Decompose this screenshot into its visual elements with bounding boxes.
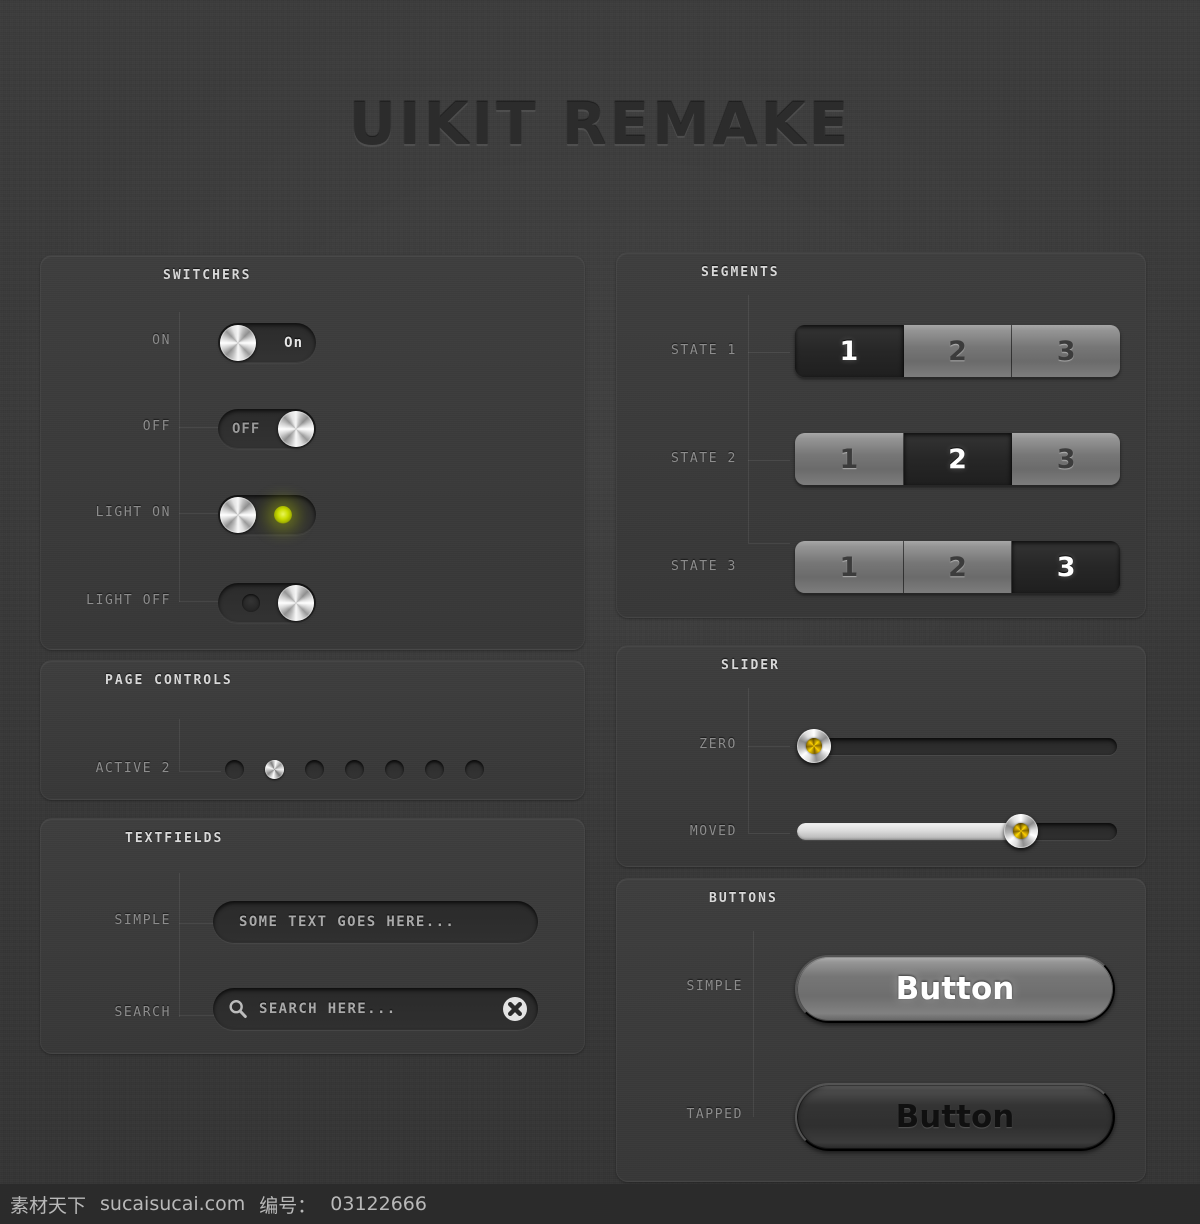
slider-track[interactable] <box>797 738 1117 755</box>
segmented-control-state-2[interactable]: 1 2 3 <box>795 433 1120 485</box>
segment-option[interactable]: 2 <box>903 541 1013 593</box>
segments-panel: SEGMENTS STATE 1 1 2 3 STATE 2 1 2 3 STA… <box>616 252 1146 618</box>
segment-option[interactable]: 3 <box>1012 433 1120 485</box>
switcher-row-label-on: ON <box>152 333 171 348</box>
page-controls-panel: PAGE CONTROLS ACTIVE 2 <box>40 660 585 800</box>
segment-option[interactable]: 3 <box>1012 325 1120 377</box>
led-on-icon <box>274 506 292 524</box>
switchers-stub-1 <box>179 427 221 428</box>
page-controls-bracket <box>179 719 180 771</box>
slider-row-label-moved: MOVED <box>689 824 737 839</box>
slider-row-label-zero: ZERO <box>699 737 737 752</box>
button-row-label-tapped: TAPPED <box>686 1107 743 1122</box>
textfields-panel: TEXTFIELDS SIMPLE SOME TEXT GOES HERE...… <box>40 818 585 1054</box>
switcher-knob-icon[interactable] <box>220 497 256 533</box>
button-row-label-simple: SIMPLE <box>686 979 743 994</box>
slider-panel-title: SLIDER <box>721 658 780 673</box>
textfield-row-label-simple: SIMPLE <box>114 913 171 928</box>
slider-moved[interactable] <box>797 814 1117 848</box>
switchers-stub-3 <box>179 601 221 602</box>
segment-option[interactable]: 2 <box>903 433 1013 485</box>
textfield-row-label-search: SEARCH <box>114 1005 171 1020</box>
watermark-id-value: 03122666 <box>330 1193 427 1215</box>
page-controls-panel-title: PAGE CONTROLS <box>105 673 233 688</box>
search-icon <box>227 998 249 1020</box>
segments-stub-3 <box>748 543 790 544</box>
switcher-knob-icon[interactable] <box>278 585 314 621</box>
switcher-light-off[interactable] <box>218 583 316 623</box>
switcher-row-label-off: OFF <box>142 419 171 434</box>
segments-stub-1 <box>748 352 790 353</box>
switcher-row-label-light-on: LIGHT ON <box>95 505 171 520</box>
simple-text-input[interactable]: SOME TEXT GOES HERE... <box>213 901 538 943</box>
page-dot[interactable] <box>305 760 324 779</box>
segment-row-label-3: STATE 3 <box>671 559 737 574</box>
segmented-control-state-3[interactable]: 1 2 3 <box>795 541 1120 593</box>
page-controls-stub <box>179 771 221 772</box>
segment-row-label-1: STATE 1 <box>671 343 737 358</box>
switcher-knob-icon[interactable] <box>220 325 256 361</box>
page-controls-row-label: ACTIVE 2 <box>95 761 171 776</box>
watermark-bar: 素材天下 sucaisucai.com 编号： 03122666 <box>0 1184 1200 1224</box>
switcher-on[interactable]: On <box>218 323 316 363</box>
switcher-light-on[interactable] <box>218 495 316 535</box>
slider-knob-core-icon <box>806 738 822 754</box>
page-title: UIKIT REMAKE <box>348 90 852 158</box>
page-dot[interactable] <box>465 760 484 779</box>
slider-fill <box>797 823 1021 840</box>
segment-option[interactable]: 1 <box>795 325 904 377</box>
textfields-bracket <box>179 873 180 1017</box>
switcher-on-text: On <box>284 335 303 351</box>
switcher-off[interactable]: OFF <box>218 409 316 449</box>
page-dot[interactable] <box>385 760 404 779</box>
segment-option[interactable]: 1 <box>795 541 904 593</box>
segment-option[interactable]: 3 <box>1012 541 1120 593</box>
watermark-site-cn: 素材天下 <box>10 1194 87 1217</box>
segment-option[interactable]: 2 <box>903 325 1013 377</box>
page-dot[interactable] <box>225 760 244 779</box>
segment-row-label-2: STATE 2 <box>671 451 737 466</box>
switcher-knob-icon[interactable] <box>278 411 314 447</box>
switchers-bracket <box>179 312 180 602</box>
page-control-dots[interactable] <box>225 760 484 779</box>
slider-knob-core-icon <box>1013 823 1029 839</box>
buttons-panel: BUTTONS SIMPLE Button TAPPED Button <box>616 878 1146 1182</box>
page-dot[interactable] <box>425 760 444 779</box>
watermark-id-label: 编号： <box>259 1194 317 1217</box>
slider-panel: SLIDER ZERO MOVED <box>616 645 1146 867</box>
tapped-button[interactable]: Button <box>795 1083 1115 1151</box>
watermark-site-url: sucaisucai.com <box>100 1193 246 1215</box>
switchers-panel: SWITCHERS ON On OFF OFF LIGHT ON LIGHT O… <box>40 255 585 650</box>
segments-stub-2 <box>748 460 790 461</box>
segment-option[interactable]: 1 <box>795 433 904 485</box>
slider-bracket <box>748 688 749 833</box>
slider-stub-1 <box>748 746 790 747</box>
simple-text-input-value: SOME TEXT GOES HERE... <box>239 914 456 930</box>
segments-panel-title: SEGMENTS <box>701 265 780 280</box>
search-input[interactable]: SEARCH HERE... <box>213 988 538 1030</box>
page-dot[interactable] <box>345 760 364 779</box>
slider-knob[interactable] <box>797 729 831 763</box>
page-dot-active[interactable] <box>265 760 284 779</box>
clear-icon[interactable] <box>502 996 528 1022</box>
simple-button[interactable]: Button <box>795 955 1115 1023</box>
switcher-row-label-light-off: LIGHT OFF <box>86 593 171 608</box>
search-input-value: SEARCH HERE... <box>259 1001 397 1017</box>
slider-stub-2 <box>748 833 790 834</box>
buttons-panel-title: BUTTONS <box>709 891 778 906</box>
slider-zero[interactable] <box>797 729 1117 763</box>
textfields-panel-title: TEXTFIELDS <box>125 831 224 846</box>
segments-bracket <box>748 295 749 543</box>
slider-knob[interactable] <box>1004 814 1038 848</box>
switcher-off-text: OFF <box>232 421 261 437</box>
led-off-icon <box>242 594 260 612</box>
switchers-stub-2 <box>179 513 221 514</box>
buttons-bracket <box>753 931 754 1117</box>
segmented-control-state-1[interactable]: 1 2 3 <box>795 325 1120 377</box>
slider-track[interactable] <box>797 823 1117 840</box>
